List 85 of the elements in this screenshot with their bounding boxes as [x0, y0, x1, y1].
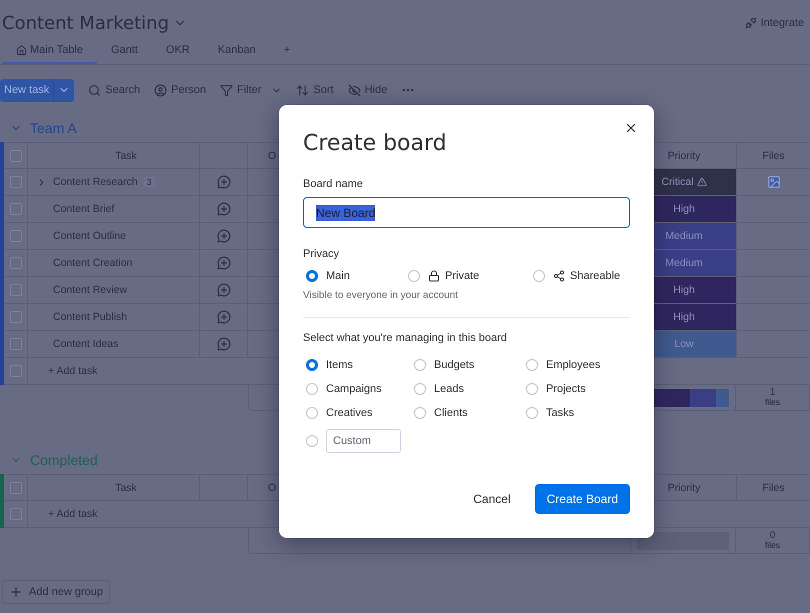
managing-option[interactable]: Creatives	[303, 405, 411, 421]
toolbar-button[interactable]: Filter	[220, 84, 282, 96]
toolbar-button[interactable]: Person	[154, 84, 206, 96]
view-tab[interactable]: OKR	[152, 38, 204, 64]
close-icon	[624, 121, 638, 135]
board-title: Content Marketing	[2, 12, 170, 34]
add-comment-icon[interactable]	[216, 337, 230, 351]
toolbar-button[interactable]: Sort	[296, 84, 334, 96]
radio-button[interactable]	[414, 383, 426, 395]
warning-icon	[696, 177, 707, 187]
add-comment-icon[interactable]	[216, 256, 230, 270]
radio-button[interactable]	[306, 270, 318, 282]
radio-button[interactable]	[306, 435, 318, 447]
toolbar-button[interactable]: Search	[88, 84, 140, 96]
managing-option[interactable]: Employees	[523, 357, 630, 373]
view-tab[interactable]: Gantt	[97, 38, 152, 64]
image-file-icon[interactable]	[766, 175, 780, 189]
add-comment-icon[interactable]	[216, 310, 230, 324]
integrate-button[interactable]: Integrate	[744, 17, 804, 29]
create-board-button[interactable]: Create Board	[534, 484, 630, 514]
add-comment-icon[interactable]	[216, 229, 230, 243]
radio-button[interactable]	[526, 407, 538, 419]
task-name: Content Review	[53, 284, 128, 296]
plus-icon	[9, 585, 23, 599]
radio-button[interactable]	[408, 270, 420, 282]
field-label: Board name	[303, 178, 364, 190]
subitem-count: 3	[144, 177, 155, 187]
toolbar-button[interactable]: Hide	[348, 84, 388, 96]
group-title[interactable]: Team A	[0, 115, 87, 141]
add-comment-icon[interactable]	[216, 283, 230, 297]
column-header: Files	[761, 480, 786, 496]
file-count: 0	[770, 531, 776, 542]
column-header: Task	[28, 475, 200, 500]
close-button[interactable]	[624, 121, 638, 135]
view-tab[interactable]: Kanban	[204, 38, 270, 64]
column-header: Files	[761, 148, 786, 164]
add-comment-icon[interactable]	[216, 202, 230, 216]
managing-option[interactable]: Tasks	[523, 405, 630, 421]
share-icon	[553, 270, 565, 282]
radio-button[interactable]	[414, 359, 426, 371]
privacy-option[interactable]: Main	[303, 268, 405, 284]
radio-button[interactable]	[414, 407, 426, 419]
view-tab[interactable]: Main Table	[2, 38, 97, 64]
task-name: Content Research	[53, 176, 138, 188]
home-icon	[16, 44, 27, 56]
privacy-option[interactable]: Shareable	[530, 268, 630, 284]
radio-button[interactable]	[526, 359, 538, 371]
add-view-button[interactable]: +	[270, 38, 304, 64]
add-comment-icon[interactable]	[216, 175, 230, 189]
task-name: Content Creation	[53, 257, 132, 269]
lock-icon	[428, 270, 440, 282]
radio-button[interactable]	[306, 359, 318, 371]
eye-slash-icon	[348, 84, 361, 96]
file-count-label: files	[764, 541, 780, 550]
radio-button[interactable]	[533, 270, 545, 282]
managing-option[interactable]: Leads	[411, 381, 523, 397]
privacy-option[interactable]: Private	[405, 268, 530, 284]
task-name: Content Ideas	[53, 338, 118, 350]
radio-button[interactable]	[526, 383, 538, 395]
privacy-note: Visible to everyone in your account	[303, 290, 459, 301]
filter-icon	[220, 84, 233, 96]
plug-icon	[744, 17, 757, 29]
sort-icon	[296, 84, 310, 96]
board-name-input[interactable]: New Board	[303, 197, 630, 228]
managing-option[interactable]: Items	[303, 357, 411, 373]
section-label: Privacy	[303, 248, 340, 260]
file-count: 1	[770, 388, 776, 398]
column-header: Task	[28, 143, 200, 168]
task-name: Content Brief	[53, 203, 114, 215]
file-count-label: files	[764, 398, 780, 407]
custom-input[interactable]: Custom	[326, 429, 401, 453]
person-icon	[154, 84, 168, 96]
task-name: Content Publish	[53, 311, 128, 323]
managing-option[interactable]: Clients	[411, 405, 523, 421]
managing-option[interactable]: Campaigns	[303, 381, 411, 397]
section-label: Select what you're managing in this board	[303, 332, 508, 344]
add-task-button[interactable]: + Add task	[28, 501, 248, 527]
add-group-button[interactable]: Add new group	[2, 580, 110, 604]
radio-button[interactable]	[306, 407, 318, 419]
task-name: Content Outline	[53, 230, 126, 242]
managing-option[interactable]: Projects	[523, 381, 630, 397]
add-task-button[interactable]: + Add task	[28, 358, 248, 384]
radio-button[interactable]	[306, 383, 318, 395]
managing-option[interactable]: Budgets	[411, 357, 523, 373]
search-icon	[88, 84, 102, 96]
